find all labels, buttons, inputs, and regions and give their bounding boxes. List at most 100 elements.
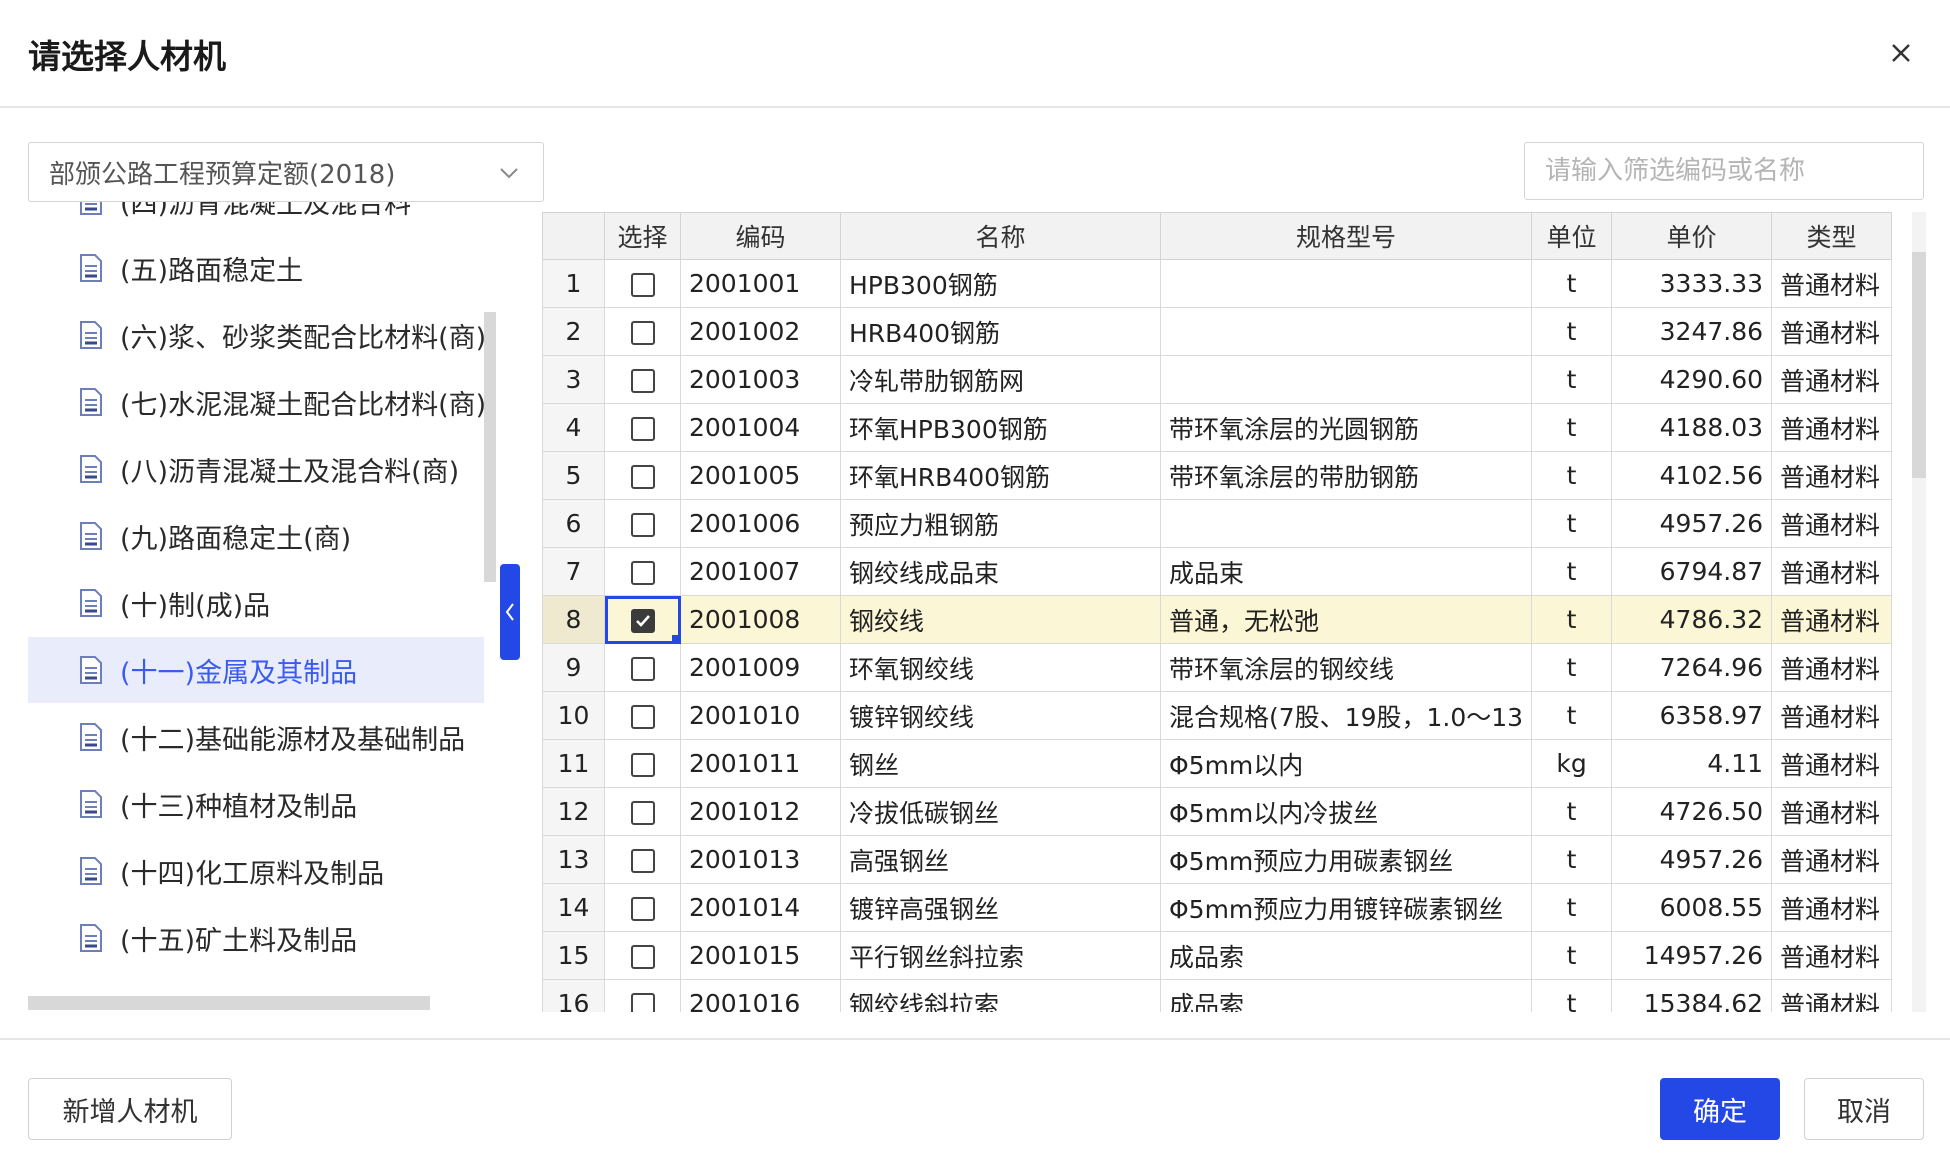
tree-item[interactable]: (九)路面稳定土(商): [28, 503, 484, 569]
price-cell[interactable]: 4188.03: [1611, 403, 1773, 452]
tree-item[interactable]: (四)沥青混凝土及混合料: [28, 202, 484, 234]
price-cell[interactable]: 4726.50: [1611, 787, 1773, 836]
row-checkbox[interactable]: [630, 321, 655, 345]
spec-cell[interactable]: 普通，无松弛: [1159, 595, 1533, 644]
row-checkbox[interactable]: [630, 849, 655, 873]
name-cell[interactable]: 环氧HRB400钢筋: [840, 451, 1161, 500]
spec-cell[interactable]: [1159, 499, 1533, 548]
spec-cell[interactable]: [1159, 259, 1533, 308]
name-cell[interactable]: 冷轧带肋钢筋网: [840, 355, 1161, 404]
price-cell[interactable]: 6358.97: [1611, 691, 1773, 740]
select-cell[interactable]: [604, 691, 681, 740]
row-checkbox[interactable]: [630, 561, 655, 585]
spec-cell[interactable]: Φ5mm预应力用镀锌碳素钢丝: [1159, 883, 1533, 932]
unit-cell[interactable]: t: [1531, 643, 1613, 692]
price-cell[interactable]: 4102.56: [1611, 451, 1773, 500]
select-cell[interactable]: [604, 883, 681, 932]
table-row[interactable]: 11 2001011 钢丝 Φ5mm以内 kg 4.11 普通材料: [542, 739, 1893, 788]
name-cell[interactable]: 环氧HPB300钢筋: [840, 403, 1161, 452]
cell-fill-handle[interactable]: [672, 635, 680, 643]
table-row[interactable]: 9 2001009 环氧钢绞线 带环氧涂层的钢绞线 t 7264.96 普通材料: [542, 643, 1893, 692]
select-cell[interactable]: [604, 643, 681, 692]
tree-item[interactable]: (十四)化工原料及制品: [28, 838, 484, 904]
price-cell[interactable]: 4290.60: [1611, 355, 1773, 404]
spec-cell[interactable]: Φ5mm以内冷拔丝: [1159, 787, 1533, 836]
spec-cell[interactable]: 带环氧涂层的带肋钢筋: [1159, 451, 1533, 500]
name-cell[interactable]: 钢绞线: [840, 595, 1161, 644]
spec-cell[interactable]: Φ5mm预应力用碳素钢丝: [1159, 835, 1533, 884]
price-cell[interactable]: 4957.26: [1611, 835, 1773, 884]
table-row[interactable]: 2 2001002 HRB400钢筋 t 3247.86 普通材料: [542, 307, 1893, 356]
tree-item[interactable]: (十)制(成)品: [28, 570, 484, 636]
type-cell[interactable]: 普通材料: [1771, 259, 1893, 308]
col-header-select[interactable]: 选择: [604, 212, 681, 260]
table-row[interactable]: 5 2001005 环氧HRB400钢筋 带环氧涂层的带肋钢筋 t 4102.56 普通材料: [542, 451, 1893, 500]
row-checkbox[interactable]: [630, 657, 655, 681]
table-row[interactable]: 13 2001013 高强钢丝 Φ5mm预应力用碳素钢丝 t 4957.26 普通材料: [542, 835, 1893, 884]
col-header-price[interactable]: 单价: [1611, 212, 1773, 260]
name-cell[interactable]: 环氧钢绞线: [840, 643, 1161, 692]
cancel-button[interactable]: 取消: [1804, 1078, 1924, 1140]
spec-cell[interactable]: [1159, 355, 1533, 404]
code-cell[interactable]: 2001001: [680, 259, 841, 308]
price-cell[interactable]: 7264.96: [1611, 643, 1773, 692]
col-header-code[interactable]: 编码: [680, 212, 841, 260]
price-cell[interactable]: 14957.26: [1611, 931, 1773, 980]
type-cell[interactable]: 普通材料: [1771, 307, 1893, 356]
tree-item[interactable]: (五)路面稳定土: [28, 235, 484, 301]
code-cell[interactable]: 2001007: [680, 547, 841, 596]
code-cell[interactable]: 2001014: [680, 883, 841, 932]
name-cell[interactable]: 冷拔低碳钢丝: [840, 787, 1161, 836]
code-cell[interactable]: 2001006: [680, 499, 841, 548]
tree-item[interactable]: (十二)基础能源材及基础制品: [28, 704, 484, 770]
unit-cell[interactable]: t: [1531, 355, 1613, 404]
tree-item[interactable]: (十一)金属及其制品: [28, 637, 484, 703]
row-checkbox[interactable]: [630, 609, 655, 633]
close-button[interactable]: [1884, 36, 1918, 70]
col-header-type[interactable]: 类型: [1771, 212, 1893, 260]
price-cell[interactable]: 3247.86: [1611, 307, 1773, 356]
table-row[interactable]: 10 2001010 镀锌钢绞线 混合规格(7股、19股，1.0～13 t 6358.97…: [542, 691, 1893, 740]
select-cell[interactable]: [604, 451, 681, 500]
select-cell[interactable]: [604, 547, 681, 596]
spec-cell[interactable]: 成品束: [1159, 547, 1533, 596]
row-checkbox[interactable]: [630, 513, 655, 537]
code-cell[interactable]: 2001016: [680, 979, 841, 1012]
type-cell[interactable]: 普通材料: [1771, 835, 1893, 884]
name-cell[interactable]: 钢绞线斜拉索: [840, 979, 1161, 1012]
unit-cell[interactable]: t: [1531, 307, 1613, 356]
table-row[interactable]: 3 2001003 冷轧带肋钢筋网 t 4290.60 普通材料: [542, 355, 1893, 404]
type-cell[interactable]: 普通材料: [1771, 499, 1893, 548]
code-cell[interactable]: 2001005: [680, 451, 841, 500]
code-cell[interactable]: 2001008: [680, 595, 841, 644]
tree-item[interactable]: (七)水泥混凝土配合比材料(商): [28, 369, 486, 435]
tree-vertical-scrollbar[interactable]: [484, 312, 496, 582]
code-cell[interactable]: 2001011: [680, 739, 841, 788]
code-cell[interactable]: 2001004: [680, 403, 841, 452]
spec-cell[interactable]: Φ5mm以内: [1159, 739, 1533, 788]
select-cell[interactable]: [604, 979, 681, 1012]
type-cell[interactable]: 普通材料: [1771, 595, 1893, 644]
code-cell[interactable]: 2001013: [680, 835, 841, 884]
collapse-panel-button[interactable]: [500, 564, 520, 660]
row-checkbox[interactable]: [630, 273, 655, 297]
unit-cell[interactable]: t: [1531, 403, 1613, 452]
price-cell[interactable]: 3333.33: [1611, 259, 1773, 308]
code-cell[interactable]: 2001009: [680, 643, 841, 692]
name-cell[interactable]: 钢绞线成品束: [840, 547, 1161, 596]
table-vertical-scrollbar[interactable]: [1912, 212, 1926, 1012]
search-input[interactable]: [1524, 142, 1924, 200]
name-cell[interactable]: 镀锌钢绞线: [840, 691, 1161, 740]
type-cell[interactable]: 普通材料: [1771, 403, 1893, 452]
spec-cell[interactable]: 混合规格(7股、19股，1.0～13: [1159, 691, 1533, 740]
spec-cell[interactable]: 带环氧涂层的钢绞线: [1159, 643, 1533, 692]
row-checkbox[interactable]: [630, 945, 655, 969]
row-checkbox[interactable]: [630, 369, 655, 393]
table-row[interactable]: 4 2001004 环氧HPB300钢筋 带环氧涂层的光圆钢筋 t 4188.03 普通材料: [542, 403, 1893, 452]
row-checkbox[interactable]: [630, 801, 655, 825]
tree-item[interactable]: (十三)种植材及制品: [28, 771, 484, 837]
select-cell[interactable]: [604, 259, 681, 308]
spec-cell[interactable]: 成品索: [1159, 979, 1533, 1012]
row-checkbox[interactable]: [630, 993, 655, 1012]
name-cell[interactable]: 平行钢丝斜拉索: [840, 931, 1161, 980]
